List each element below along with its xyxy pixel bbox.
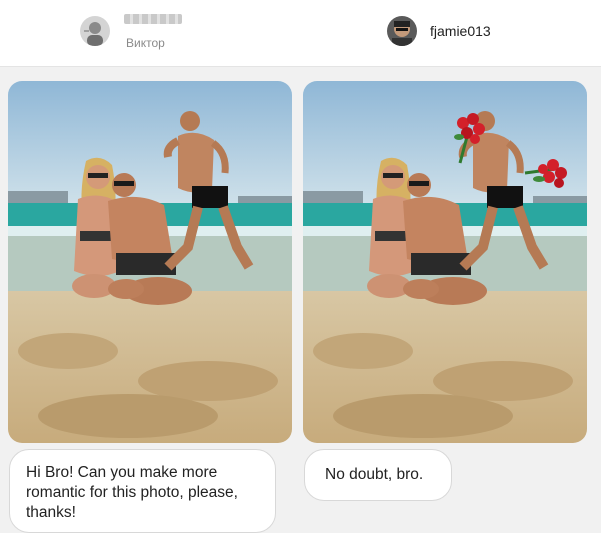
left-user-sublabel: Виктор bbox=[126, 36, 165, 50]
beach-original-photo bbox=[8, 81, 292, 443]
left-post-photo bbox=[8, 81, 292, 443]
user-avatar-icon bbox=[387, 16, 417, 46]
user-avatar-icon bbox=[80, 16, 110, 46]
header-bar: Виктор fjamie013 bbox=[0, 0, 601, 67]
left-user-avatar[interactable] bbox=[80, 16, 110, 46]
right-comment-bubble: No doubt, bro. bbox=[304, 449, 452, 501]
left-username-redacted bbox=[124, 14, 182, 24]
left-comment-text: Hi Bro! Can you make more romantic for t… bbox=[26, 464, 238, 521]
right-post-photo bbox=[303, 81, 587, 443]
beach-edited-photo-with-roses bbox=[303, 81, 587, 443]
right-comment-text: No doubt, bro. bbox=[325, 466, 424, 483]
left-comment-bubble: Hi Bro! Can you make more romantic for t… bbox=[9, 449, 276, 533]
right-username[interactable]: fjamie013 bbox=[430, 23, 491, 39]
right-user-avatar[interactable] bbox=[387, 16, 417, 46]
